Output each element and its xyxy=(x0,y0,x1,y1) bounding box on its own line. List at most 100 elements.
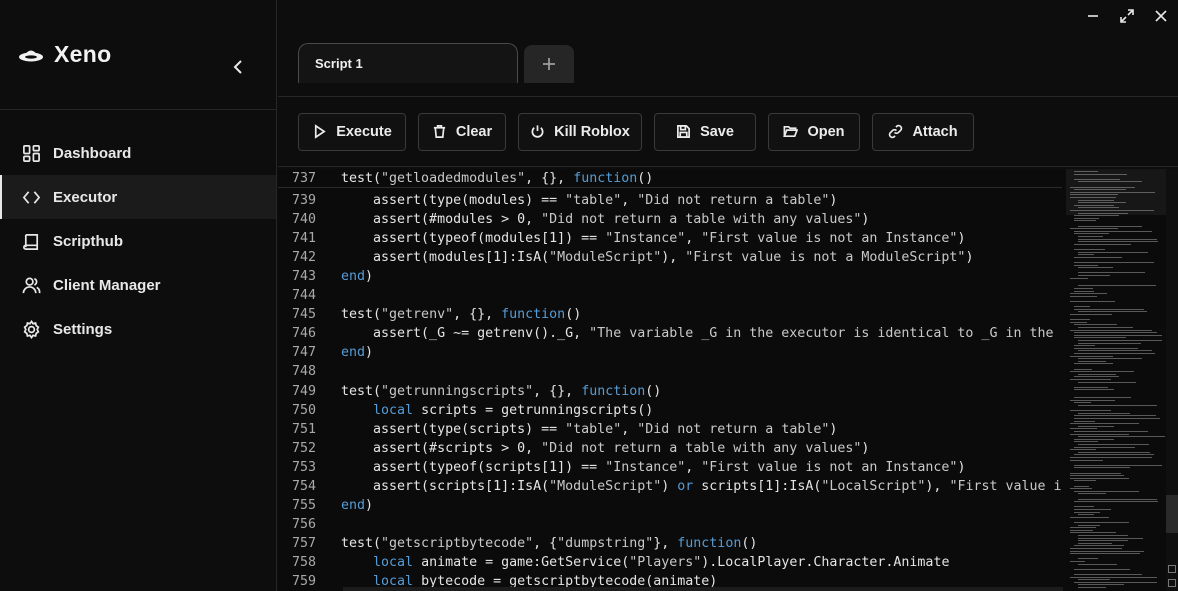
add-tab-button[interactable] xyxy=(524,45,574,83)
line-number: 740 xyxy=(291,212,316,228)
code-line[interactable]: 752 assert(#scripts > 0, "Did not return… xyxy=(278,439,1062,458)
minimap-line xyxy=(1078,542,1113,544)
dashboard-icon xyxy=(21,143,41,163)
code-line[interactable]: 739 assert(type(modules) == "table", "Di… xyxy=(278,191,1062,210)
horizontal-scrollbar[interactable] xyxy=(343,587,1063,591)
sidebar-item-label: Settings xyxy=(53,320,113,338)
minimap-line xyxy=(1078,358,1143,360)
close-icon[interactable] xyxy=(1144,0,1178,32)
code-editor[interactable]: 737 test("getloadedmodules", {}, function… xyxy=(278,169,1178,591)
sidebar-item-scripthub[interactable]: Scripthub xyxy=(0,219,276,263)
sidebar-item-settings[interactable]: Settings xyxy=(0,307,276,351)
minimap-line xyxy=(1070,475,1125,477)
minimap-line xyxy=(1074,290,1094,292)
code-line[interactable]: 753 assert(typeof(scripts[1]) == "Instan… xyxy=(278,458,1062,477)
sidebar-item-client-manager[interactable]: Client Manager xyxy=(0,263,276,307)
minimap-line xyxy=(1074,501,1158,503)
minimap-line xyxy=(1074,243,1131,245)
scrollbar-thumb[interactable] xyxy=(1166,495,1178,533)
line-number: 752 xyxy=(291,440,316,456)
sidebar-item-executor[interactable]: Executor xyxy=(0,175,276,219)
minimap-line xyxy=(1070,527,1096,529)
minimap-line xyxy=(1078,181,1143,183)
minimap-line xyxy=(1078,251,1149,253)
minimap-line xyxy=(1074,467,1130,469)
code-line[interactable]: 747 end) xyxy=(278,343,1062,362)
code-line[interactable]: 755 end) xyxy=(278,496,1062,515)
folder-open-icon xyxy=(783,125,799,138)
attach-button[interactable]: Attach xyxy=(872,112,974,151)
maximize-icon[interactable] xyxy=(1110,0,1144,32)
execute-button[interactable]: Execute xyxy=(298,112,406,151)
minimap-line xyxy=(1074,376,1119,378)
minimap-line xyxy=(1070,194,1119,196)
minimap-line xyxy=(1070,210,1155,211)
code-line[interactable]: 749 test("getrunningscripts", {}, functio… xyxy=(278,382,1062,401)
code-area[interactable]: 737 test("getloadedmodules", {}, function… xyxy=(278,169,1062,591)
clear-button[interactable]: Clear xyxy=(418,112,506,151)
code-line[interactable]: 746 assert(_G ~= getrenv()._G, "The vari… xyxy=(278,324,1062,343)
code-line[interactable]: 744 xyxy=(278,286,1062,305)
minimap-line xyxy=(1070,186,1136,188)
minimap-line xyxy=(1078,350,1152,352)
code-line[interactable]: 757 test("getscriptbytecode", {"dumpstrin… xyxy=(278,534,1062,553)
minimize-icon[interactable] xyxy=(1076,0,1110,32)
minimap-line xyxy=(1074,386,1108,388)
save-button[interactable]: Save xyxy=(654,112,756,151)
minimap-line xyxy=(1078,584,1125,586)
main-area: Script 1 Execute Clear Kill Roblox Save … xyxy=(278,0,1178,591)
code-line[interactable]: 751 assert(type(scripts) == "table", "Di… xyxy=(278,420,1062,439)
minimap-line xyxy=(1074,581,1157,583)
execute-label: Execute xyxy=(336,123,392,140)
minimap-line xyxy=(1070,449,1096,451)
line-number: 751 xyxy=(291,421,316,437)
minimap-line xyxy=(1074,189,1126,191)
vertical-scrollbar[interactable] xyxy=(1166,169,1178,591)
minimap-line xyxy=(1078,537,1144,539)
code-line[interactable]: 740 assert(#modules > 0, "Did not return… xyxy=(278,210,1062,229)
minimap-line xyxy=(1078,524,1100,526)
code-line[interactable]: 750 local scripts = getrunningscripts() xyxy=(278,401,1062,420)
code-line[interactable]: 756 xyxy=(278,515,1062,534)
minimap-line xyxy=(1074,480,1096,482)
code-line[interactable]: 742 assert(modules[1]:IsA("ModuleScript"… xyxy=(278,248,1062,267)
minimap-line xyxy=(1070,423,1140,425)
minimap[interactable] xyxy=(1066,169,1166,591)
minimap-line xyxy=(1074,332,1157,334)
minimap-line xyxy=(1074,464,1163,466)
play-icon xyxy=(315,124,326,139)
code-line[interactable]: 754 assert(scripts[1]:IsA("ModuleScript"… xyxy=(278,477,1062,496)
minimap-line xyxy=(1074,264,1099,266)
line-text: end) xyxy=(341,497,374,513)
code-line[interactable]: 737 test("getloadedmodules", {}, function… xyxy=(278,169,1062,189)
minimap-line xyxy=(1078,381,1136,383)
kill-roblox-button[interactable]: Kill Roblox xyxy=(518,112,642,151)
minimap-line xyxy=(1074,420,1096,422)
code-line[interactable]: 748 xyxy=(278,362,1062,381)
minimap-line xyxy=(1070,576,1158,578)
minimap-line xyxy=(1074,204,1114,206)
minimap-line xyxy=(1074,509,1112,510)
collapse-sidebar-button[interactable] xyxy=(230,58,246,78)
code-line[interactable]: 745 test("getrenv", {}, function() xyxy=(278,305,1062,324)
line-number: 743 xyxy=(291,269,316,285)
line-text: end) xyxy=(341,345,374,361)
minimap-line xyxy=(1074,446,1135,448)
open-button[interactable]: Open xyxy=(768,112,860,151)
minimap-line xyxy=(1074,249,1106,250)
tab-script-1[interactable]: Script 1 xyxy=(298,43,518,83)
line-text xyxy=(316,362,341,381)
minimap-line xyxy=(1078,493,1106,495)
code-line[interactable]: 741 assert(typeof(modules[1]) == "Instan… xyxy=(278,229,1062,248)
minimap-line xyxy=(1070,319,1091,321)
minimap-line xyxy=(1070,295,1098,297)
line-text: assert(#scripts > 0, "Did not return a t… xyxy=(341,440,870,456)
sidebar-item-dashboard[interactable]: Dashboard xyxy=(0,131,276,175)
code-line[interactable]: 743 end) xyxy=(278,267,1062,286)
line-number: 739 xyxy=(291,193,316,209)
code-line[interactable]: 758 local animate = game:GetService("Pla… xyxy=(278,553,1062,572)
minimap-line xyxy=(1070,321,1088,323)
minimap-line xyxy=(1074,490,1140,492)
line-number: 759 xyxy=(291,573,316,589)
minimap-line xyxy=(1078,405,1157,406)
